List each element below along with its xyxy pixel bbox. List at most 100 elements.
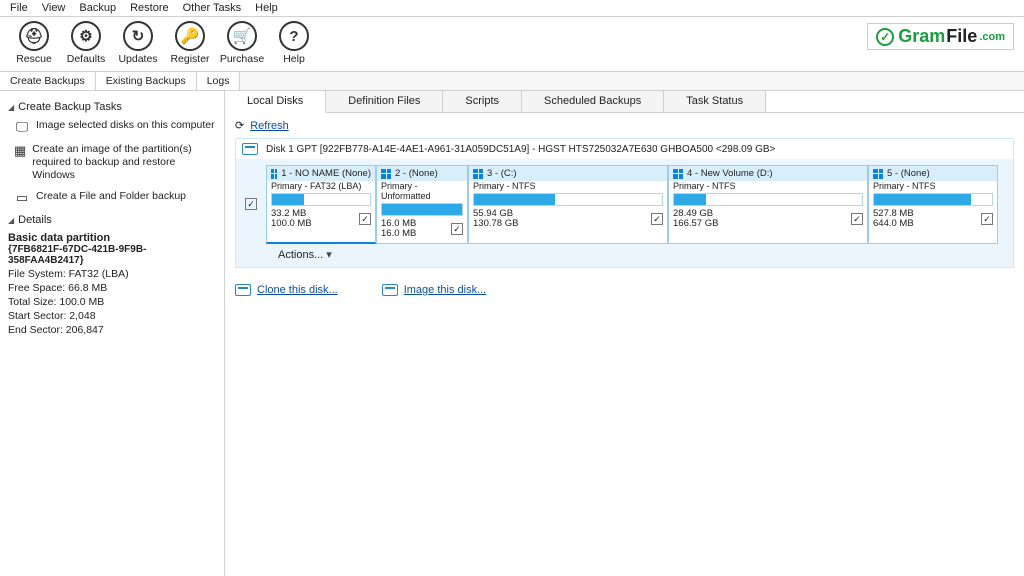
partition-title: 4 - New Volume (D:) <box>687 168 773 179</box>
partition-sizes: 33.2 MB100.0 MB <box>271 209 312 230</box>
tab-local-disks[interactable]: Local Disks <box>225 91 326 113</box>
hdd-arrow-icon <box>382 284 398 296</box>
detail-start-sector: Start Sector: 2,048 <box>8 310 216 322</box>
brand-suffix: .com <box>979 31 1005 43</box>
partition-5[interactable]: 5 - (None) Primary - NTFS 527.8 MB644.0 MB… <box>868 165 998 244</box>
disk-body: ✓ 1 - NO NAME (None) Primary - FAT32 (LBA… <box>236 159 1013 246</box>
partition-sizes: 55.94 GB130.78 GB <box>473 209 518 230</box>
purchase-label: Purchase <box>220 53 264 65</box>
partition-title: 5 - (None) <box>887 168 930 179</box>
clone-disk-link[interactable]: Clone this disk... <box>257 284 338 296</box>
help-button[interactable]: ? Help <box>268 21 320 65</box>
partition-checkbox[interactable]: ✓ <box>651 213 663 225</box>
partition-checkbox[interactable]: ✓ <box>981 213 993 225</box>
partition-checkbox[interactable]: ✓ <box>359 213 371 225</box>
windows-icon <box>873 169 883 179</box>
menu-restore[interactable]: Restore <box>130 2 169 14</box>
brand-text-2: File <box>946 26 977 47</box>
detail-free-space: Free Space: 66.8 MB <box>8 282 216 294</box>
updates-button[interactable]: ↻ Updates <box>112 21 164 65</box>
partition-title: 2 - (None) <box>395 168 438 179</box>
windows-icon: ▦ <box>14 143 26 159</box>
details-block: Basic data partition {7FB6821F-67DC-421B… <box>8 232 216 336</box>
image-disk-link[interactable]: Image this disk... <box>404 284 487 296</box>
defaults-button[interactable]: ⚙ Defaults <box>60 21 112 65</box>
details-heading[interactable]: Details <box>8 214 216 226</box>
register-button[interactable]: 🔑 Register <box>164 21 216 65</box>
task-file-folder-backup[interactable]: ▭ Create a File and Folder backup <box>14 190 216 206</box>
tab-logs[interactable]: Logs <box>197 72 241 90</box>
detail-end-sector: End Sector: 206,847 <box>8 324 216 336</box>
refresh-link[interactable]: Refresh <box>250 120 289 132</box>
disk-header: Disk 1 GPT [922FB778-A14E-4AE1-A961-31A0… <box>236 139 1013 159</box>
left-panel: Create Backup Tasks 🖵 Image selected dis… <box>0 91 225 576</box>
cart-icon: 🛒 <box>227 21 257 51</box>
partition-4[interactable]: 4 - New Volume (D:) Primary - NTFS 28.49 G… <box>668 165 868 244</box>
primary-tabs: Create Backups Existing Backups Logs <box>0 72 1024 91</box>
hdd-icon <box>242 143 258 155</box>
disk-1-block: Disk 1 GPT [922FB778-A14E-4AE1-A961-31A0… <box>235 138 1014 268</box>
tab-scripts[interactable]: Scripts <box>443 91 522 112</box>
disk-actions-dropdown[interactable]: Actions... <box>236 246 1013 267</box>
question-icon: ? <box>279 21 309 51</box>
partition-sizes: 28.49 GB166.57 GB <box>673 209 718 230</box>
tab-scheduled-backups[interactable]: Scheduled Backups <box>522 91 664 112</box>
defaults-label: Defaults <box>67 53 106 65</box>
tab-definition-files[interactable]: Definition Files <box>326 91 443 112</box>
partition-title: Basic data partition <box>8 232 216 244</box>
partition-checkbox[interactable]: ✓ <box>851 213 863 225</box>
menu-backup[interactable]: Backup <box>79 2 116 14</box>
menu-view[interactable]: View <box>42 2 66 14</box>
windows-icon <box>271 169 277 179</box>
updates-label: Updates <box>118 53 157 65</box>
rescue-label: Rescue <box>16 53 52 65</box>
task-label: Create a File and Folder backup <box>36 190 186 203</box>
brand-logo: ✓ GramFile.com <box>867 23 1014 50</box>
partition-subtitle: Primary - NTFS <box>869 181 997 191</box>
menu-bar: File View Backup Restore Other Tasks Hel… <box>0 0 1024 17</box>
partition-2[interactable]: 2 - (None)Primary - Unformatted16.0 MB16… <box>376 165 468 244</box>
task-image-selected-disks[interactable]: 🖵 Image selected disks on this computer <box>14 119 216 135</box>
detail-filesystem: File System: FAT32 (LBA) <box>8 268 216 280</box>
rescue-button[interactable]: ⛑ Rescue <box>8 21 60 65</box>
help-label: Help <box>283 53 305 65</box>
gear-icon: ⚙ <box>71 21 101 51</box>
tab-existing-backups[interactable]: Existing Backups <box>96 72 197 90</box>
key-icon: 🔑 <box>175 21 205 51</box>
purchase-button[interactable]: 🛒 Purchase <box>216 21 268 65</box>
partition-subtitle: Primary - Unformatted <box>377 181 467 201</box>
disk-links-row: Clone this disk... Image this disk... <box>225 276 1024 304</box>
partition-checkbox[interactable]: ✓ <box>451 223 463 235</box>
partition-header: 2 - (None) <box>377 166 467 181</box>
menu-file[interactable]: File <box>10 2 28 14</box>
partition-header: 5 - (None) <box>869 166 997 181</box>
usage-bar <box>381 203 463 216</box>
partition-sizes: 527.8 MB644.0 MB <box>873 209 914 230</box>
partition-1[interactable]: 1 - NO NAME (None) Primary - FAT32 (LBA) 3… <box>266 165 376 244</box>
usage-bar <box>873 193 993 206</box>
create-tasks-heading[interactable]: Create Backup Tasks <box>8 101 216 113</box>
windows-icon <box>673 169 683 179</box>
disk-select-checkbox[interactable]: ✓ <box>240 165 262 244</box>
tab-create-backups[interactable]: Create Backups <box>0 72 96 90</box>
partition-header: 1 - NO NAME (None) <box>267 166 375 181</box>
partition-guid: {7FB6821F-67DC-421B-9F9B-358FAA4B2417} <box>8 244 216 266</box>
view-tabs: Local Disks Definition Files Scripts Sch… <box>225 91 1024 113</box>
globe-icon: ✓ <box>876 28 894 46</box>
menu-help[interactable]: Help <box>255 2 278 14</box>
usage-bar <box>271 193 371 206</box>
partition-header: 3 - (C:) <box>469 166 667 181</box>
hdd-icon <box>235 284 251 296</box>
tab-task-status[interactable]: Task Status <box>664 91 766 112</box>
register-label: Register <box>170 53 209 65</box>
partition-subtitle: Primary - FAT32 (LBA) <box>267 181 375 191</box>
windows-icon <box>473 169 483 179</box>
detail-total-size: Total Size: 100.0 MB <box>8 296 216 308</box>
menu-other-tasks[interactable]: Other Tasks <box>183 2 242 14</box>
partition-subtitle: Primary - NTFS <box>669 181 867 191</box>
partition-title: 1 - NO NAME (None) <box>281 168 371 179</box>
partition-subtitle: Primary - NTFS <box>469 181 667 191</box>
partition-3[interactable]: 3 - (C:)Primary - NTFS 55.94 GB130.78 GB ✓ <box>468 165 668 244</box>
task-image-windows-partitions[interactable]: ▦ Create an image of the partition(s) re… <box>14 143 216 182</box>
folder-icon: ▭ <box>14 190 30 206</box>
